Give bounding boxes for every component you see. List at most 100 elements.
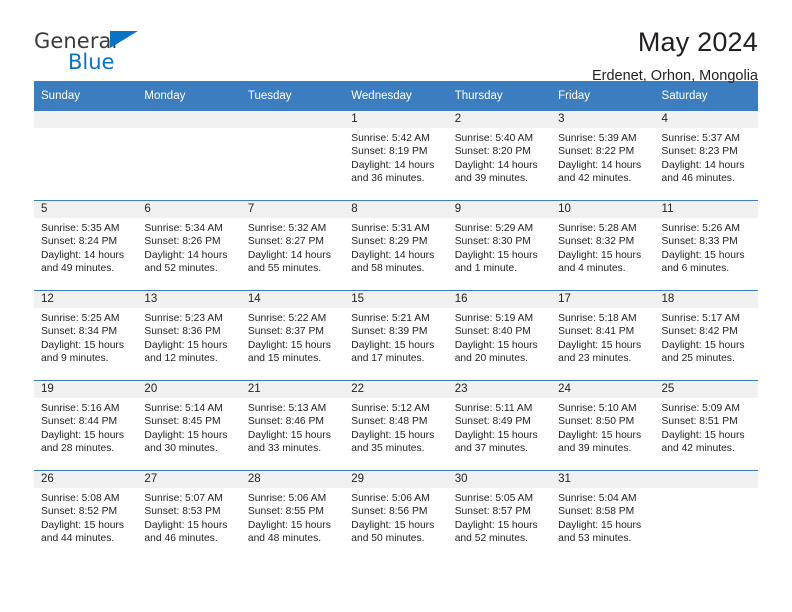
daylight-text-line1: Daylight: 15 hours xyxy=(41,339,124,351)
day-number xyxy=(34,111,138,128)
sunrise-text: Sunrise: 5:06 AM xyxy=(351,493,430,504)
calendar-day-cell[interactable]: 9 Sunrise: 5:29 AM Sunset: 8:30 PM Daylight… xyxy=(447,201,552,290)
calendar-day-cell[interactable]: 6 Sunrise: 5:34 AM Sunset: 8:26 PM Daylight… xyxy=(137,201,241,290)
sunset-text: Sunset: 8:57 PM xyxy=(454,506,531,518)
day-number: 1 xyxy=(344,111,448,128)
daylight-text-line2: and 48 minutes. xyxy=(247,533,322,545)
daylight-text-line1: Daylight: 15 hours xyxy=(558,429,642,441)
sunrise-text: Sunrise: 5:23 AM xyxy=(144,313,223,324)
sunset-text: Sunset: 8:50 PM xyxy=(558,416,635,428)
sunset-text: Sunset: 8:41 PM xyxy=(558,326,635,338)
daylight-text-line1: Daylight: 15 hours xyxy=(247,429,331,441)
sunrise-text: Sunrise: 5:42 AM xyxy=(351,133,430,144)
daylight-text-line1: Daylight: 14 hours xyxy=(351,249,435,261)
calendar-day-cell[interactable]: 1 Sunrise: 5:42 AM Sunset: 8:19 PM Daylight… xyxy=(344,111,448,200)
daylight-text-line1: Daylight: 14 hours xyxy=(41,249,124,261)
calendar-body: 1 Sunrise: 5:42 AM Sunset: 8:19 PM Daylight… xyxy=(34,110,758,560)
weekday-header-sunday: Sunday xyxy=(34,81,138,111)
day-number: 4 xyxy=(654,111,758,128)
day-number: 14 xyxy=(240,291,345,308)
day-details: Sunrise: 5:18 AM Sunset: 8:41 PM Daylight:… xyxy=(551,308,654,366)
daylight-text-line1: Daylight: 15 hours xyxy=(41,519,124,531)
day-details: Sunrise: 5:23 AM Sunset: 8:36 PM Daylight:… xyxy=(137,308,240,366)
day-number: 12 xyxy=(34,291,138,308)
day-number: 30 xyxy=(447,471,552,488)
sunset-text: Sunset: 8:53 PM xyxy=(144,506,221,518)
sunrise-text: Sunrise: 5:32 AM xyxy=(247,223,327,234)
day-details: Sunrise: 5:28 AM Sunset: 8:32 PM Daylight:… xyxy=(551,218,654,276)
page-location: Erdenet, Orhon, Mongolia xyxy=(591,68,758,84)
calendar-day-cell[interactable]: 22 Sunrise: 5:12 AM Sunset: 8:48 PM Dayligh… xyxy=(344,381,448,470)
calendar-day-cell[interactable]: 28 Sunrise: 5:06 AM Sunset: 8:55 PM Dayligh… xyxy=(240,471,345,560)
calendar-day-cell[interactable]: 27 Sunrise: 5:07 AM Sunset: 8:53 PM Dayligh… xyxy=(137,471,241,560)
calendar-day-cell[interactable]: 18 Sunrise: 5:17 AM Sunset: 8:42 PM Dayligh… xyxy=(654,291,758,380)
sunset-text: Sunset: 8:33 PM xyxy=(661,236,738,248)
calendar-day-cell[interactable]: 16 Sunrise: 5:19 AM Sunset: 8:40 PM Dayligh… xyxy=(447,291,552,380)
daylight-text-line2: and 4 minutes. xyxy=(558,263,626,275)
day-details: Sunrise: 5:11 AM Sunset: 8:49 PM Daylight:… xyxy=(448,398,551,456)
sunrise-text: Sunrise: 5:10 AM xyxy=(558,403,637,414)
day-number: 8 xyxy=(344,201,448,218)
sunrise-text: Sunrise: 5:40 AM xyxy=(454,133,534,144)
calendar-day-cell[interactable]: 20 Sunrise: 5:14 AM Sunset: 8:45 PM Dayligh… xyxy=(137,381,241,470)
calendar-day-cell[interactable]: 5 Sunrise: 5:35 AM Sunset: 8:24 PM Daylight… xyxy=(34,201,138,290)
day-details: Sunrise: 5:26 AM Sunset: 8:33 PM Daylight:… xyxy=(655,218,758,276)
sunset-text: Sunset: 8:51 PM xyxy=(661,416,738,428)
day-details: Sunrise: 5:32 AM Sunset: 8:27 PM Daylight:… xyxy=(241,218,344,276)
day-details: Sunrise: 5:25 AM Sunset: 8:34 PM Daylight:… xyxy=(34,308,137,366)
day-number: 25 xyxy=(654,381,758,398)
day-number xyxy=(137,111,241,128)
daylight-text-line1: Daylight: 15 hours xyxy=(661,249,745,261)
calendar-day-cell[interactable]: 31 Sunrise: 5:04 AM Sunset: 8:58 PM Dayligh… xyxy=(551,471,655,560)
calendar-day-cell[interactable]: 30 Sunrise: 5:05 AM Sunset: 8:57 PM Dayligh… xyxy=(447,471,552,560)
calendar-day-cell[interactable]: 23 Sunrise: 5:11 AM Sunset: 8:49 PM Dayligh… xyxy=(447,381,552,470)
calendar-day-cell[interactable]: 3 Sunrise: 5:39 AM Sunset: 8:22 PM Daylight… xyxy=(551,111,655,200)
day-details: Sunrise: 5:12 AM Sunset: 8:48 PM Daylight:… xyxy=(344,398,447,456)
calendar-day-cell[interactable]: 29 Sunrise: 5:06 AM Sunset: 8:56 PM Dayligh… xyxy=(344,471,448,560)
sunrise-text: Sunrise: 5:08 AM xyxy=(41,493,120,504)
day-number xyxy=(240,111,345,128)
daylight-text-line1: Daylight: 15 hours xyxy=(454,519,538,531)
daylight-text-line2: and 44 minutes. xyxy=(41,533,115,545)
daylight-text-line2: and 30 minutes. xyxy=(144,443,218,455)
calendar-day-cell[interactable]: 19 Sunrise: 5:16 AM Sunset: 8:44 PM Dayligh… xyxy=(34,381,138,470)
sunset-text: Sunset: 8:27 PM xyxy=(247,236,324,248)
daylight-text-line2: and 23 minutes. xyxy=(558,353,632,365)
daylight-text-line1: Daylight: 15 hours xyxy=(247,519,331,531)
calendar-day-cell[interactable]: 7 Sunrise: 5:32 AM Sunset: 8:27 PM Daylight… xyxy=(240,201,345,290)
calendar-day-cell[interactable]: 21 Sunrise: 5:13 AM Sunset: 8:46 PM Dayligh… xyxy=(240,381,345,470)
daylight-text-line1: Daylight: 15 hours xyxy=(144,429,228,441)
calendar-day-cell[interactable]: 24 Sunrise: 5:10 AM Sunset: 8:50 PM Dayligh… xyxy=(551,381,655,470)
calendar-day-cell[interactable]: 15 Sunrise: 5:21 AM Sunset: 8:39 PM Dayligh… xyxy=(344,291,448,380)
calendar-day-cell[interactable]: 2 Sunrise: 5:40 AM Sunset: 8:20 PM Daylight… xyxy=(447,111,552,200)
sunrise-text: Sunrise: 5:12 AM xyxy=(351,403,430,414)
calendar-day-cell[interactable]: 8 Sunrise: 5:31 AM Sunset: 8:29 PM Daylight… xyxy=(344,201,448,290)
sunrise-text: Sunrise: 5:07 AM xyxy=(144,493,223,504)
sunset-text: Sunset: 8:58 PM xyxy=(558,506,635,518)
calendar-day-cell[interactable]: 14 Sunrise: 5:22 AM Sunset: 8:37 PM Dayligh… xyxy=(240,291,345,380)
day-details: Sunrise: 5:13 AM Sunset: 8:46 PM Daylight:… xyxy=(241,398,344,456)
calendar-day-cell[interactable]: 17 Sunrise: 5:18 AM Sunset: 8:41 PM Dayligh… xyxy=(551,291,655,380)
calendar-day-cell[interactable]: 11 Sunrise: 5:26 AM Sunset: 8:33 PM Dayligh… xyxy=(654,201,758,290)
daylight-text-line1: Daylight: 15 hours xyxy=(144,339,228,351)
sunrise-text: Sunrise: 5:05 AM xyxy=(454,493,534,504)
calendar-day-cell[interactable]: 12 Sunrise: 5:25 AM Sunset: 8:34 PM Dayligh… xyxy=(34,291,138,380)
day-details: Sunrise: 5:22 AM Sunset: 8:37 PM Daylight:… xyxy=(241,308,344,366)
calendar-day-cell[interactable]: 25 Sunrise: 5:09 AM Sunset: 8:51 PM Dayligh… xyxy=(654,381,758,470)
calendar-day-cell[interactable]: 10 Sunrise: 5:28 AM Sunset: 8:32 PM Dayligh… xyxy=(551,201,655,290)
daylight-text-line1: Daylight: 15 hours xyxy=(558,339,642,351)
calendar-day-cell[interactable]: 13 Sunrise: 5:23 AM Sunset: 8:36 PM Dayligh… xyxy=(137,291,241,380)
day-number: 28 xyxy=(240,471,345,488)
day-details: Sunrise: 5:05 AM Sunset: 8:57 PM Daylight:… xyxy=(448,488,551,546)
daylight-text-line2: and 33 minutes. xyxy=(247,443,322,455)
calendar-day-cell[interactable]: 4 Sunrise: 5:37 AM Sunset: 8:23 PM Daylight… xyxy=(654,111,758,200)
sunrise-text: Sunrise: 5:34 AM xyxy=(144,223,223,234)
title-block: May 2024 Erdenet, Orhon, Mongolia xyxy=(592,26,758,86)
daylight-text-line1: Daylight: 15 hours xyxy=(558,519,642,531)
daylight-text-line1: Daylight: 15 hours xyxy=(454,429,538,441)
calendar-day-cell[interactable]: 26 Sunrise: 5:08 AM Sunset: 8:52 PM Dayligh… xyxy=(34,471,138,560)
day-number: 11 xyxy=(654,201,758,218)
daylight-text-line2: and 35 minutes. xyxy=(351,443,425,455)
sunrise-text: Sunrise: 5:16 AM xyxy=(41,403,120,414)
day-number: 23 xyxy=(447,381,552,398)
